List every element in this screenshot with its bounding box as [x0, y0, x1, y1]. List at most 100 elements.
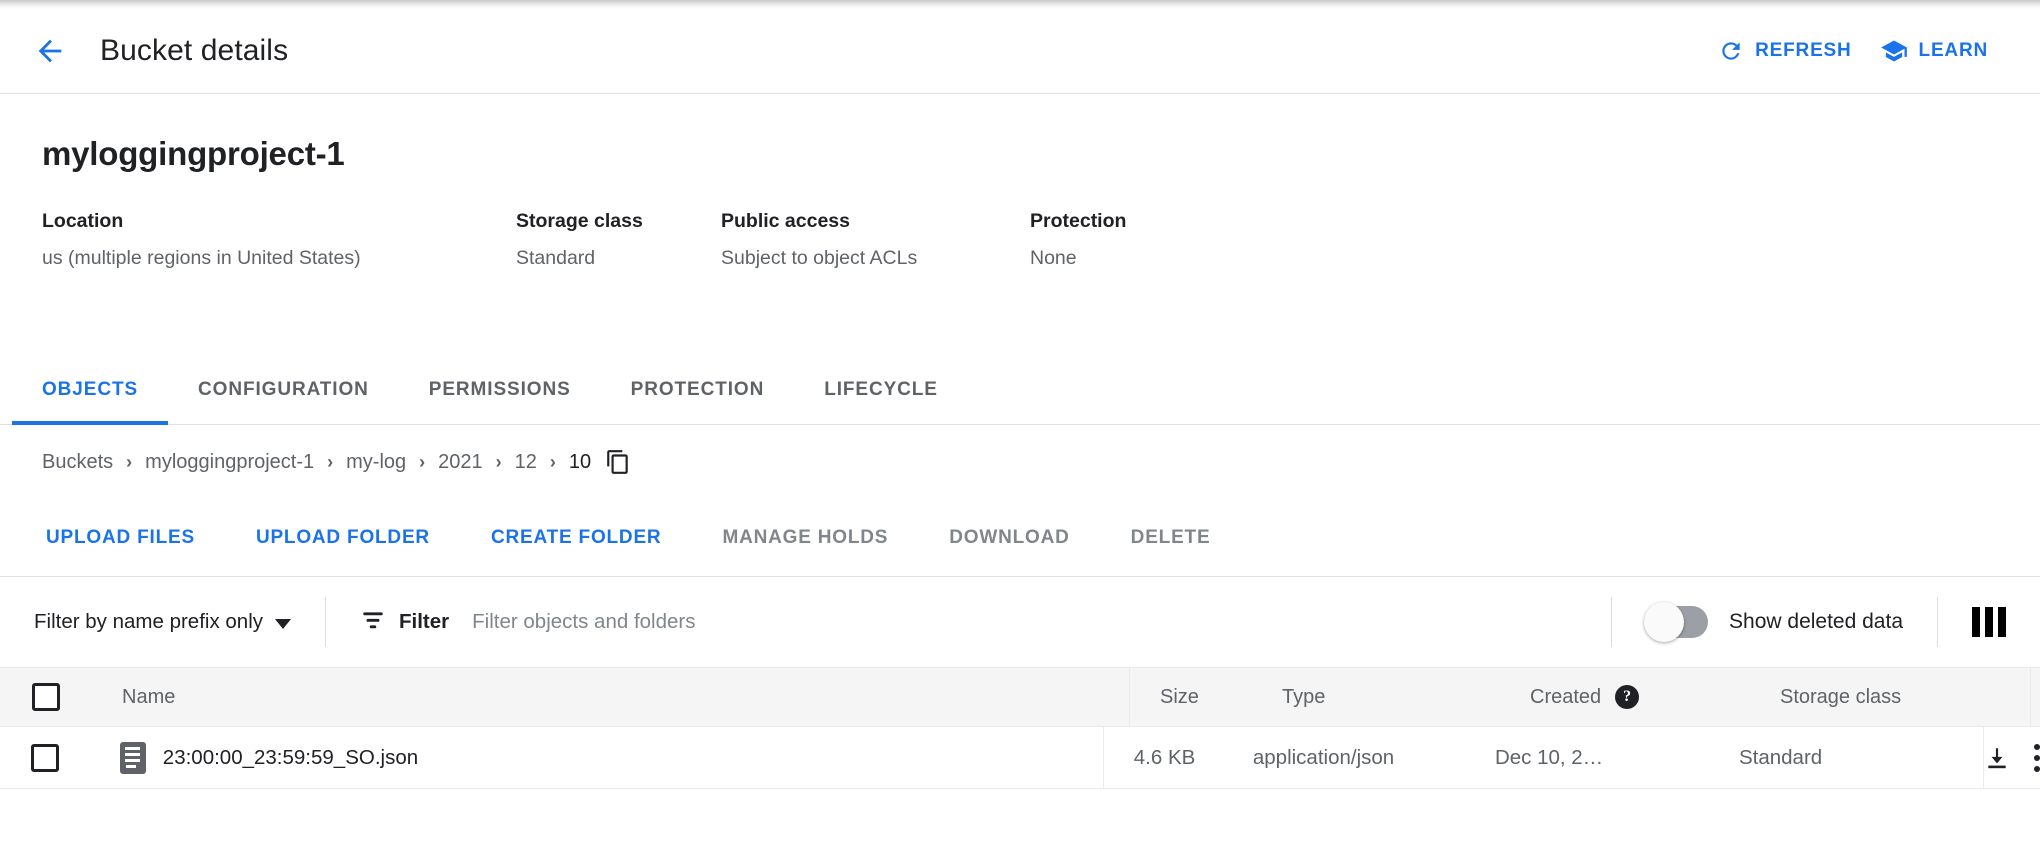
- objects-table: Name Size Type Created ? Storage class: [0, 667, 2040, 789]
- column-settings-icon[interactable]: [1972, 607, 2006, 637]
- show-deleted-data-label: Show deleted data: [1729, 610, 1903, 634]
- breadcrumb-separator-icon: ›: [126, 453, 132, 471]
- file-line: [126, 765, 136, 768]
- metadata-storage-class: Storage class Standard: [516, 210, 721, 270]
- breadcrumb-item-buckets[interactable]: Buckets: [42, 451, 113, 474]
- metadata-location: Location us (multiple regions in United …: [42, 210, 516, 270]
- bucket-summary: myloggingproject-1 Location us (multiple…: [0, 95, 2040, 270]
- metadata-value: Standard: [516, 247, 721, 270]
- manage-holds-button[interactable]: MANAGE HOLDS: [718, 518, 892, 558]
- cell-type: application/json: [1253, 746, 1495, 770]
- filter-mode-select[interactable]: Filter by name prefix only: [34, 610, 291, 634]
- cell-name: 23:00:00_23:59:59_SO.json: [90, 727, 1104, 788]
- metadata-label: Protection: [1030, 210, 1230, 233]
- column-header-type[interactable]: Type: [1282, 686, 1530, 709]
- file-line: [125, 747, 140, 750]
- column-header-label: Size: [1160, 686, 1199, 708]
- show-deleted-data-toggle[interactable]: [1646, 606, 1708, 638]
- chevron-down-icon: [275, 619, 291, 629]
- tab-configuration[interactable]: CONFIGURATION: [168, 355, 399, 424]
- cell-row-actions: [1983, 727, 2040, 788]
- filter-input[interactable]: [472, 610, 992, 634]
- breadcrumb-item-day: 10: [569, 451, 591, 474]
- download-button[interactable]: DOWNLOAD: [945, 518, 1073, 558]
- learn-button[interactable]: LEARN: [1866, 27, 2002, 75]
- page-title: Bucket details: [100, 34, 288, 68]
- column-bar: [1985, 607, 1993, 637]
- bucket-tabs: OBJECTS CONFIGURATION PERMISSIONS PROTEC…: [0, 355, 2040, 425]
- row-checkbox[interactable]: [31, 744, 59, 772]
- metadata-value: None: [1030, 247, 1230, 270]
- breadcrumb-separator-icon: ›: [419, 453, 425, 471]
- page-header: Bucket details REFRESH LEARN: [0, 9, 2040, 94]
- column-header-storage-class[interactable]: Storage class: [1780, 686, 2030, 709]
- kebab-dot: [2034, 755, 2040, 761]
- breadcrumb-separator-icon: ›: [496, 453, 502, 471]
- metadata-label: Public access: [721, 210, 1030, 233]
- delete-button[interactable]: DELETE: [1127, 518, 1215, 558]
- refresh-icon: [1718, 38, 1744, 64]
- bucket-name: myloggingproject-1: [42, 135, 2040, 173]
- metadata-public-access: Public access Subject to object ACLs: [721, 210, 1030, 270]
- tab-lifecycle[interactable]: LIFECYCLE: [794, 355, 968, 424]
- tab-protection[interactable]: PROTECTION: [601, 355, 795, 424]
- bucket-metadata-row: Location us (multiple regions in United …: [42, 210, 2040, 270]
- breadcrumb-item-my-log[interactable]: my-log: [346, 451, 406, 474]
- breadcrumb: Buckets › myloggingproject-1 › my-log › …: [0, 425, 2040, 499]
- kebab-dot: [2034, 744, 2040, 750]
- window-top-shadow: [0, 0, 2040, 9]
- object-type: application/json: [1253, 746, 1394, 769]
- json-file-icon: [120, 742, 146, 774]
- filter-label: Filter: [399, 610, 449, 634]
- breadcrumb-item-month[interactable]: 12: [515, 451, 537, 474]
- object-created: Dec 10, 2…: [1495, 746, 1603, 770]
- column-header-size[interactable]: Size: [1130, 686, 1282, 709]
- learn-label: LEARN: [1919, 40, 1988, 62]
- filter-mode-label: Filter by name prefix only: [34, 610, 263, 634]
- column-header-name[interactable]: Name: [92, 668, 1130, 726]
- object-name-link[interactable]: 23:00:00_23:59:59_SO.json: [163, 746, 418, 770]
- help-icon[interactable]: ?: [1615, 685, 1639, 709]
- metadata-label: Storage class: [516, 210, 721, 233]
- back-button[interactable]: [28, 29, 72, 73]
- breadcrumb-item-year[interactable]: 2021: [438, 451, 483, 474]
- metadata-value: us (multiple regions in United States): [42, 247, 516, 270]
- kebab-dot: [2034, 766, 2040, 772]
- column-header-created[interactable]: Created ?: [1530, 685, 1780, 709]
- cell-size: 4.6 KB: [1104, 746, 1253, 770]
- select-all-cell: [0, 683, 92, 711]
- toolbar-divider: [325, 597, 326, 647]
- download-icon[interactable]: [1984, 745, 2010, 771]
- table-header-row: Name Size Type Created ? Storage class: [0, 667, 2040, 727]
- graduation-cap-icon: [1880, 37, 1908, 65]
- column-header-label: Type: [1282, 686, 1325, 708]
- create-folder-button[interactable]: CREATE FOLDER: [487, 518, 666, 558]
- table-row[interactable]: 23:00:00_23:59:59_SO.json 4.6 KB applica…: [0, 727, 2040, 789]
- column-header-label: Created: [1530, 686, 1601, 709]
- refresh-label: REFRESH: [1755, 40, 1851, 62]
- toggle-knob: [1644, 602, 1684, 642]
- toolbar-divider: [1611, 597, 1612, 647]
- refresh-button[interactable]: REFRESH: [1704, 28, 1865, 74]
- toolbar-divider: [1937, 597, 1938, 647]
- object-size: 4.6 KB: [1134, 746, 1196, 769]
- breadcrumb-separator-icon: ›: [550, 453, 556, 471]
- tab-permissions[interactable]: PERMISSIONS: [399, 355, 601, 424]
- breadcrumb-item-bucket[interactable]: myloggingproject-1: [145, 451, 314, 474]
- breadcrumb-separator-icon: ›: [327, 453, 333, 471]
- copy-icon[interactable]: [605, 449, 631, 475]
- column-bar: [1972, 607, 1980, 637]
- row-select-cell: [0, 744, 90, 772]
- row-overflow-menu-icon[interactable]: [2034, 744, 2040, 772]
- upload-folder-button[interactable]: UPLOAD FOLDER: [252, 518, 434, 558]
- column-bar: [1998, 607, 2006, 637]
- cell-created: Dec 10, 2…: [1495, 746, 1739, 770]
- column-header-actions: [2030, 668, 2040, 726]
- file-line: [125, 753, 140, 756]
- filter-button[interactable]: Filter: [360, 607, 449, 638]
- tab-objects[interactable]: OBJECTS: [12, 355, 168, 424]
- upload-files-button[interactable]: UPLOAD FILES: [42, 518, 199, 558]
- select-all-checkbox[interactable]: [32, 683, 60, 711]
- metadata-protection: Protection None: [1030, 210, 1230, 270]
- column-header-label: Name: [122, 686, 175, 709]
